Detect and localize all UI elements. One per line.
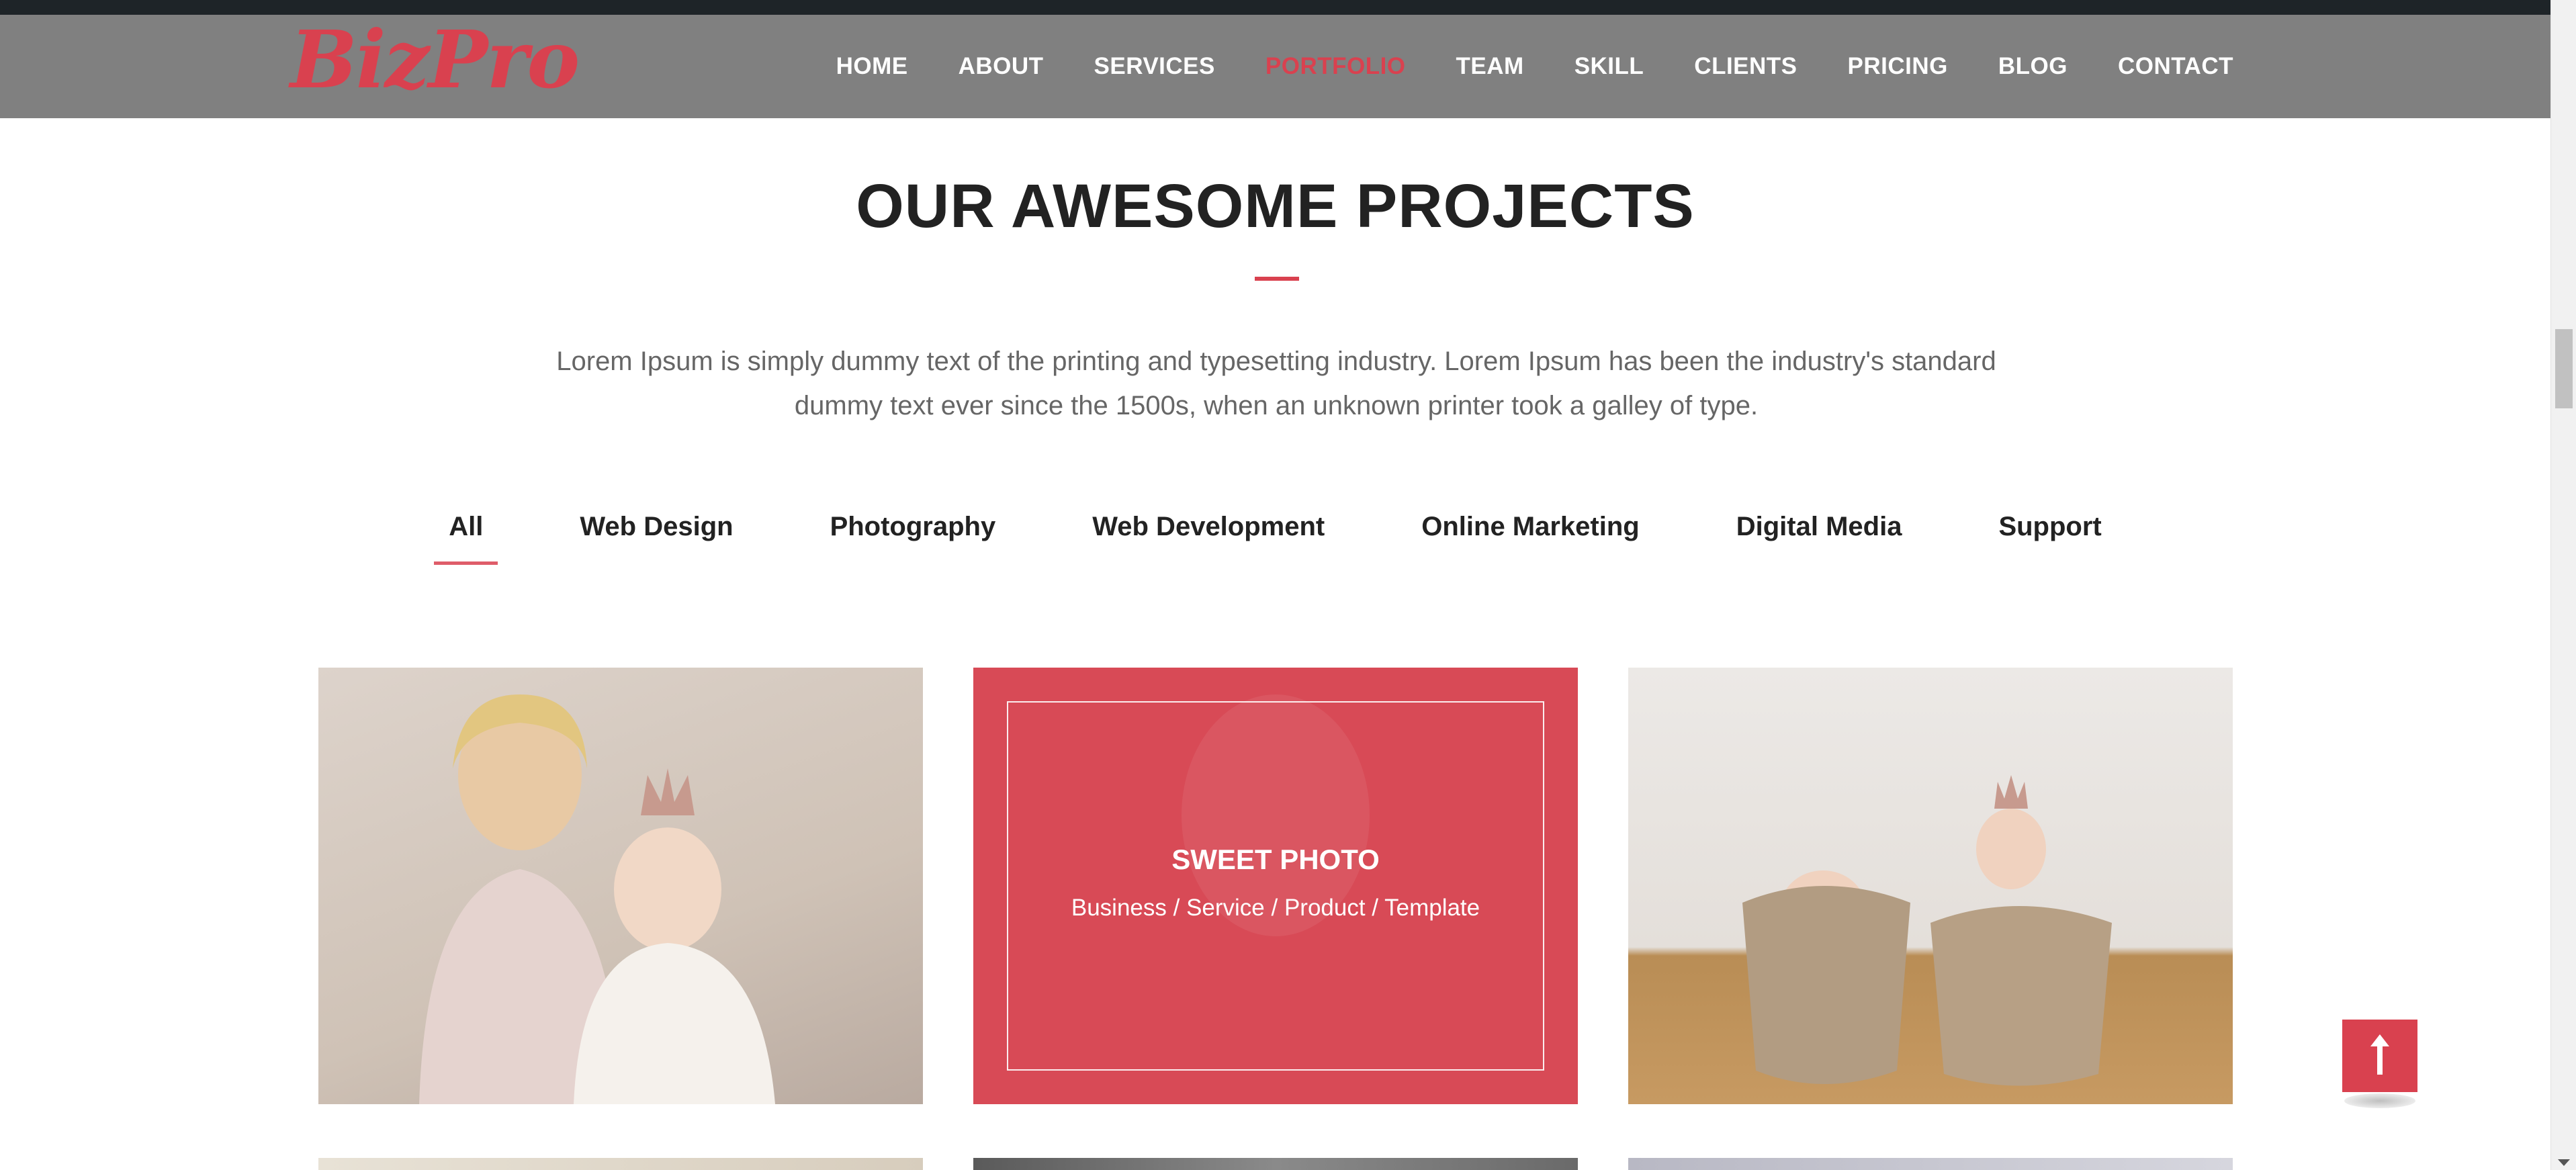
portfolio-item-partial[interactable] — [973, 1158, 1578, 1170]
site-logo[interactable]: BizPro — [290, 20, 580, 99]
children-in-bags-photo — [1742, 775, 2112, 1086]
project-categories: Business / Service / Product / Template — [1071, 895, 1480, 921]
portfolio-item-grandmother-baby[interactable] — [318, 668, 923, 1104]
scrollbar-thumb[interactable] — [2555, 329, 2573, 408]
main-nav: HOME ABOUT SERVICES PORTFOLIO TEAM SKILL… — [786, 15, 2233, 118]
nav-home-link[interactable]: HOME — [836, 53, 908, 80]
arrow-up-icon-shaft — [2377, 1044, 2383, 1075]
portfolio-filters: All Web Design Photography Web Developme… — [0, 512, 2550, 565]
portfolio-item-partial[interactable] — [1628, 1158, 2233, 1170]
filter-digital-media[interactable]: Digital Media — [1722, 512, 1917, 565]
portfolio-item-partial[interactable] — [318, 1158, 923, 1170]
portfolio-item-children-bags[interactable] — [1628, 668, 2233, 1104]
scroll-down-arrow-icon[interactable] — [2558, 1159, 2570, 1166]
section-title: OUR AWESOME PROJECTS — [856, 172, 1695, 240]
nav-about-link[interactable]: ABOUT — [959, 53, 1044, 80]
section-description: Lorem Ipsum is simply dummy text of the … — [556, 347, 1996, 420]
filter-all[interactable]: All — [434, 512, 498, 565]
filter-web-development[interactable]: Web Development — [1077, 512, 1339, 565]
nav-portfolio-link[interactable]: PORTFOLIO — [1265, 53, 1406, 80]
nav-blog-link[interactable]: BLOG — [1998, 53, 2068, 80]
nav-contact-link[interactable]: CONTACT — [2118, 53, 2233, 80]
filter-online-marketing[interactable]: Online Marketing — [1407, 512, 1654, 565]
hover-frame — [1007, 701, 1544, 1071]
page-scrollbar[interactable] — [2550, 0, 2576, 1170]
nav-clients-link[interactable]: CLIENTS — [1694, 53, 1797, 80]
nav-services-link[interactable]: SERVICES — [1094, 53, 1215, 80]
project-title: SWEET PHOTO — [1171, 844, 1380, 875]
title-divider — [1255, 277, 1299, 281]
filter-photography[interactable]: Photography — [815, 512, 1011, 565]
filter-web-design[interactable]: Web Design — [565, 512, 748, 565]
portfolio-item-sweet-photo[interactable]: SWEET PHOTO Business / Service / Product… — [973, 668, 1578, 1104]
nav-team-link[interactable]: TEAM — [1456, 53, 1524, 80]
nav-skill-link[interactable]: SKILL — [1574, 53, 1644, 80]
back-to-top-button[interactable] — [2342, 1020, 2417, 1092]
filter-support[interactable]: Support — [1984, 512, 2116, 565]
grandmother-with-baby-photo — [419, 694, 775, 1104]
site-header: BizPro HOME ABOUT SERVICES PORTFOLIO TEA… — [0, 15, 2550, 118]
nav-pricing-link[interactable]: PRICING — [1848, 53, 1948, 80]
back-to-top-shadow — [2344, 1093, 2415, 1108]
